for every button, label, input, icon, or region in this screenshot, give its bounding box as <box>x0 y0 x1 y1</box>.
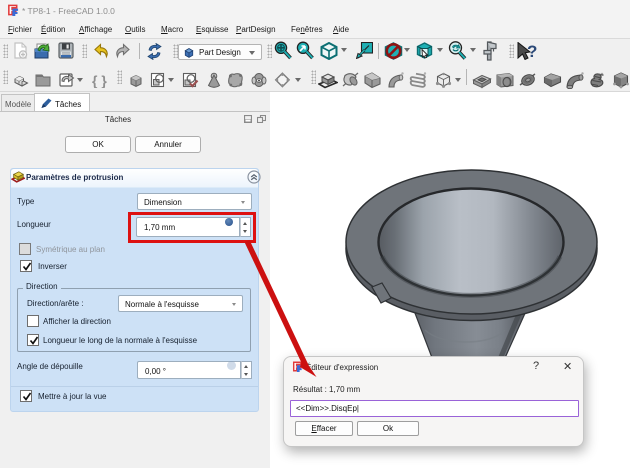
svg-text:{ }: { } <box>92 73 107 89</box>
svg-text:?: ? <box>527 42 537 60</box>
